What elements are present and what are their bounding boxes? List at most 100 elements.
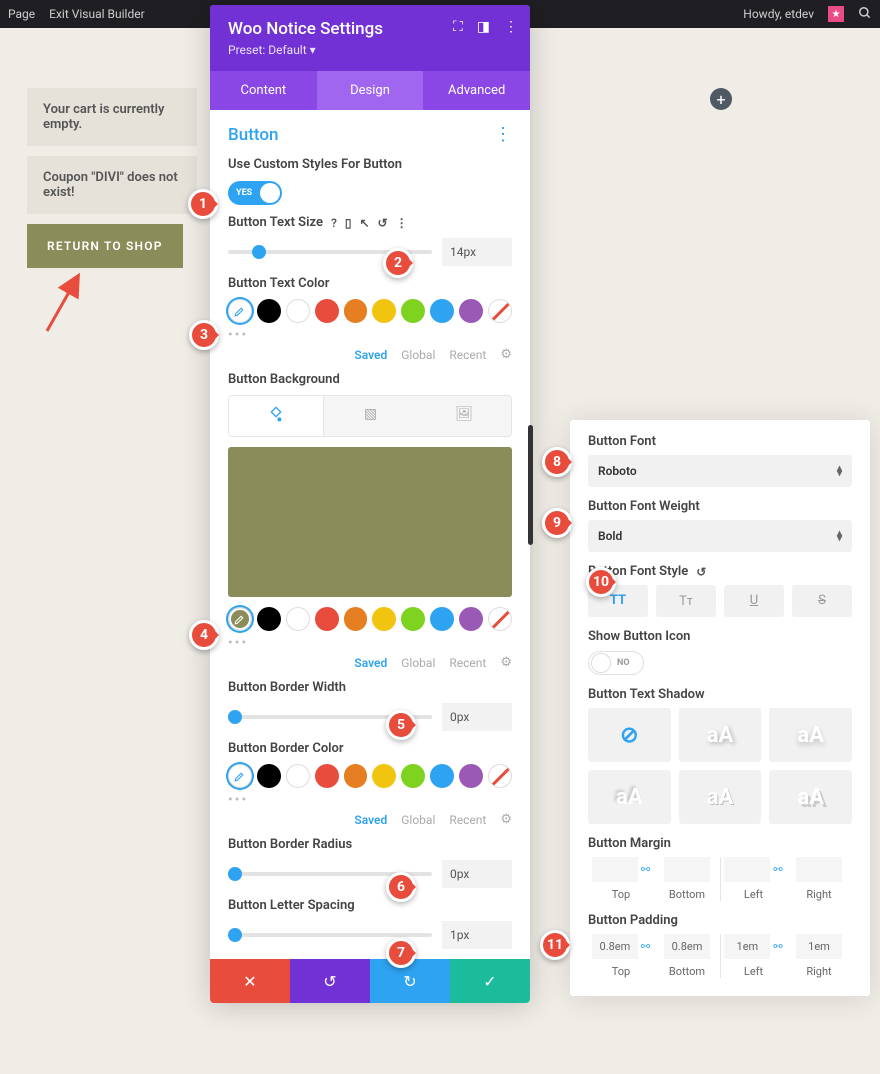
swatch-blue[interactable] [430, 299, 454, 323]
padding-right-input[interactable] [796, 934, 842, 959]
swatch-red[interactable] [315, 764, 339, 788]
close-button[interactable]: ✕ [210, 959, 290, 1003]
tab-advanced[interactable]: Advanced [423, 71, 530, 110]
panel-scrollbar[interactable] [528, 425, 533, 545]
swatch-yellow[interactable] [372, 299, 396, 323]
swatch-tab-saved[interactable]: Saved [354, 656, 387, 670]
swatch-yellow[interactable] [372, 764, 396, 788]
swatch-transparent[interactable] [488, 764, 512, 788]
swatch-blue[interactable] [430, 764, 454, 788]
select-font-weight[interactable]: Bold▴▾ [588, 520, 852, 552]
star-icon[interactable]: ★ [828, 6, 844, 22]
reset-icon[interactable]: ↺ [378, 216, 388, 230]
swatch-red[interactable] [315, 607, 339, 631]
link-icon[interactable]: ⚯ [773, 863, 782, 876]
color-picker-border[interactable] [228, 764, 252, 788]
swatch-tab-saved[interactable]: Saved [354, 813, 387, 827]
shadow-preset-1[interactable]: aA [679, 708, 762, 762]
add-module-button[interactable]: + [710, 88, 732, 110]
style-underline-button[interactable]: U [724, 585, 784, 617]
reset-icon[interactable]: ↺ [696, 565, 706, 579]
swatch-orange[interactable] [344, 607, 368, 631]
toggle-custom-styles[interactable]: YES [228, 181, 282, 205]
swatch-green[interactable] [401, 299, 425, 323]
bg-tab-gradient[interactable]: ▧ [324, 396, 418, 436]
shadow-preset-3[interactable]: aA [588, 770, 671, 824]
style-strike-button[interactable]: S [792, 585, 852, 617]
panel-menu-icon[interactable]: ⋮ [504, 19, 518, 35]
color-picker-bg[interactable] [228, 607, 252, 631]
swatch-purple[interactable] [459, 607, 483, 631]
gear-icon[interactable]: ⚙ [500, 347, 512, 362]
swatch-tab-recent[interactable]: Recent [449, 348, 486, 362]
option-menu-icon[interactable]: ⋮ [396, 216, 408, 230]
redo-button[interactable]: ↻ [370, 959, 450, 1003]
toggle-show-icon[interactable]: NO [588, 651, 644, 675]
save-button[interactable]: ✓ [450, 959, 530, 1003]
padding-top-input[interactable] [592, 934, 638, 959]
return-to-shop-button[interactable]: RETURN TO SHOP [27, 224, 183, 268]
shadow-none[interactable]: ⊘ [588, 708, 671, 762]
color-picker-text[interactable] [228, 299, 252, 323]
swatch-tab-global[interactable]: Global [401, 348, 435, 362]
swatch-green[interactable] [401, 764, 425, 788]
tab-design[interactable]: Design [317, 71, 424, 110]
expand-icon[interactable]: ⛶ [453, 19, 463, 35]
link-icon[interactable]: ⚯ [773, 940, 782, 953]
gear-icon[interactable]: ⚙ [500, 812, 512, 827]
bg-tab-color[interactable] [229, 396, 324, 436]
panel-preset-selector[interactable]: Preset: Default ▾ [228, 43, 512, 57]
swatch-transparent[interactable] [488, 607, 512, 631]
bg-color-preview[interactable] [228, 447, 512, 597]
link-icon[interactable]: ⚯ [641, 863, 650, 876]
swatch-white[interactable] [286, 607, 310, 631]
swatch-purple[interactable] [459, 764, 483, 788]
swatch-black[interactable] [257, 764, 281, 788]
tab-content[interactable]: Content [210, 71, 317, 110]
more-swatches-icon[interactable]: ••• [228, 792, 512, 808]
hover-icon[interactable]: ↖ [359, 216, 369, 230]
swatch-purple[interactable] [459, 299, 483, 323]
swatch-orange[interactable] [344, 299, 368, 323]
swatch-blue[interactable] [430, 607, 454, 631]
toolbar-exit-builder[interactable]: Exit Visual Builder [49, 7, 145, 21]
shadow-preset-2[interactable]: aA [769, 708, 852, 762]
swatch-white[interactable] [286, 299, 310, 323]
swatch-green[interactable] [401, 607, 425, 631]
snap-icon[interactable]: ◨ [477, 19, 490, 35]
swatch-yellow[interactable] [372, 607, 396, 631]
swatch-red[interactable] [315, 299, 339, 323]
section-button-title[interactable]: Button [228, 125, 278, 145]
responsive-icon[interactable]: ▯ [345, 216, 352, 230]
shadow-preset-5[interactable]: aA [769, 770, 852, 824]
swatch-black[interactable] [257, 607, 281, 631]
more-swatches-icon[interactable]: ••• [228, 635, 512, 651]
search-icon[interactable] [858, 6, 872, 23]
shadow-preset-4[interactable]: aA [679, 770, 762, 824]
gear-icon[interactable]: ⚙ [500, 655, 512, 670]
help-icon[interactable]: ? [331, 216, 337, 230]
toolbar-howdy[interactable]: Howdy, etdev [743, 7, 814, 21]
padding-left-input[interactable] [724, 934, 770, 959]
link-icon[interactable]: ⚯ [641, 940, 650, 953]
input-border-width[interactable] [442, 703, 512, 731]
margin-right-input[interactable] [796, 857, 842, 882]
more-swatches-icon[interactable]: ••• [228, 327, 512, 343]
swatch-orange[interactable] [344, 764, 368, 788]
section-menu-icon[interactable]: ⋮ [494, 124, 512, 145]
swatch-tab-recent[interactable]: Recent [449, 656, 486, 670]
input-border-radius[interactable] [442, 860, 512, 888]
bg-tab-image[interactable]: 🖼 [417, 396, 511, 436]
swatch-white[interactable] [286, 764, 310, 788]
select-button-font[interactable]: Roboto▴▾ [588, 455, 852, 487]
swatch-transparent[interactable] [488, 299, 512, 323]
style-smallcaps-button[interactable]: Tᴛ [656, 585, 716, 617]
margin-top-input[interactable] [592, 857, 638, 882]
input-letter-spacing[interactable] [442, 921, 512, 949]
input-text-size[interactable] [442, 238, 512, 266]
swatch-tab-global[interactable]: Global [401, 813, 435, 827]
swatch-tab-recent[interactable]: Recent [449, 813, 486, 827]
swatch-black[interactable] [257, 299, 281, 323]
margin-bottom-input[interactable] [664, 857, 710, 882]
swatch-tab-global[interactable]: Global [401, 656, 435, 670]
